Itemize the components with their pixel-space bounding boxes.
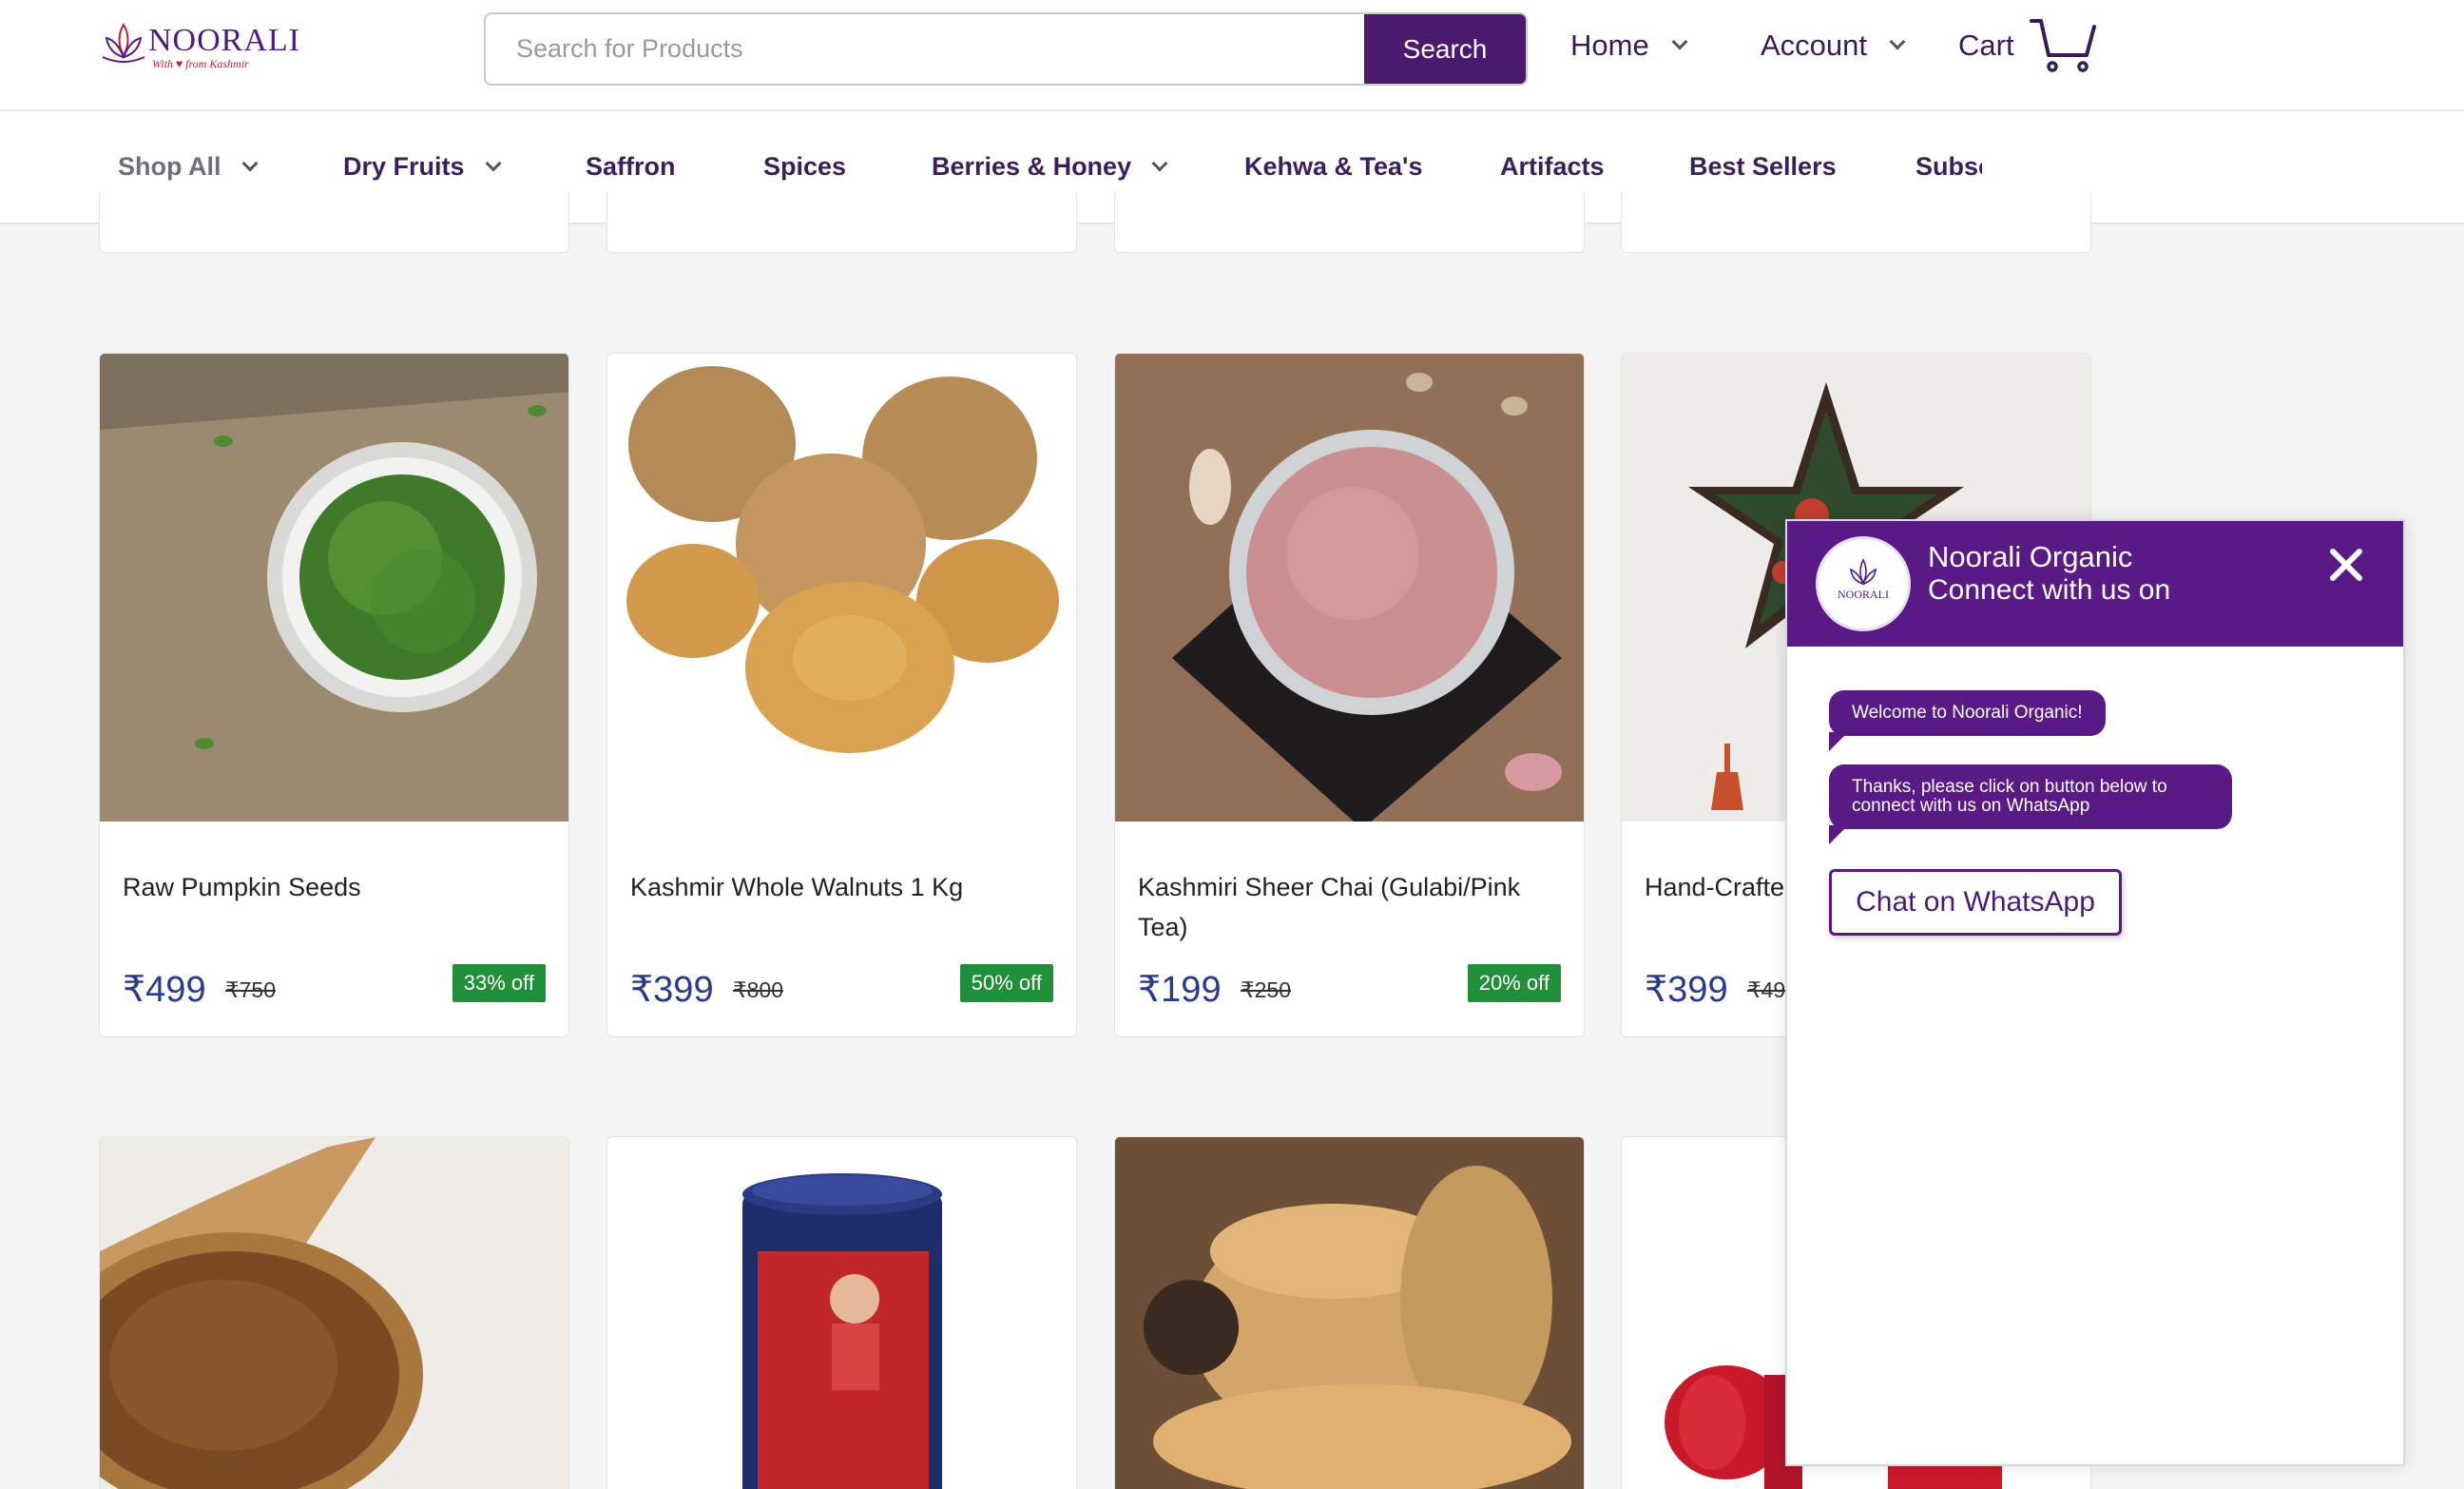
cart-icon	[2029, 19, 2096, 72]
category-label: Subsc	[1915, 152, 1982, 181]
product-price: ₹399	[630, 970, 714, 1010]
product-mrp: ₹750	[225, 977, 277, 1002]
chat-message-instructions: Thanks, please click on button below to …	[1829, 764, 2232, 844]
product-price: ₹199	[1138, 970, 1222, 1010]
product-card[interactable]: Kashmir Whole Walnuts 1 Kg ₹399 ₹800 50%…	[606, 353, 1077, 1037]
product-name[interactable]: Kashmiri Sheer Chai (Gulabi/Pink Tea)	[1138, 867, 1556, 947]
product-mrp: ₹800	[733, 977, 784, 1002]
category-shop-all[interactable]: Shop All	[118, 152, 258, 182]
nav-home[interactable]: Home	[1570, 29, 1688, 63]
category-kehwa-tea[interactable]: Kehwa & Tea's	[1244, 152, 1422, 182]
site-logo[interactable]: NOORALI With ♥ from Kashmir	[99, 19, 299, 72]
product-card-partial[interactable]	[1621, 190, 2091, 253]
lotus-logo-icon	[102, 23, 145, 63]
category-label: Spices	[763, 152, 847, 181]
product-image-sheer-chai[interactable]	[1115, 354, 1584, 822]
logo-wordmark: NOORALI	[148, 23, 300, 58]
category-label: Dry Fruits	[343, 152, 465, 181]
chat-on-whatsapp-button[interactable]: Chat on WhatsApp	[1829, 869, 2122, 936]
product-price: ₹399	[1645, 970, 1728, 1010]
cart-button[interactable]: Cart	[1958, 17, 2096, 74]
product-image-chickpeas[interactable]	[1115, 1137, 1584, 1489]
discount-badge: 50% off	[959, 964, 1053, 1002]
search-button[interactable]: Search	[1364, 14, 1526, 84]
nav-home-label: Home	[1570, 29, 1649, 62]
chat-header: NOORALI Noorali Organic Connect with us …	[1787, 521, 2403, 647]
product-name[interactable]: Raw Pumpkin Seeds	[123, 867, 541, 907]
chevron-down-icon	[1151, 155, 1168, 171]
category-dry-fruits[interactable]: Dry Fruits	[343, 152, 502, 182]
product-name[interactable]: Kashmir Whole Walnuts 1 Kg	[630, 867, 1049, 907]
search-input[interactable]	[486, 14, 1368, 84]
product-card[interactable]: Kashmiri Sheer Chai (Gulabi/Pink Tea) ₹1…	[1114, 353, 1585, 1037]
whatsapp-chat-widget: NOORALI Noorali Organic Connect with us …	[1785, 519, 2405, 1466]
product-price: ₹499	[123, 970, 206, 1010]
product-mrp: ₹250	[1241, 977, 1292, 1002]
discount-badge: 33% off	[452, 964, 546, 1002]
nav-account-label: Account	[1761, 29, 1868, 62]
product-image-pumpkin-seeds[interactable]	[100, 354, 568, 822]
chevron-down-icon	[485, 155, 502, 171]
product-image-kahwa-tin[interactable]	[607, 1137, 1076, 1489]
chat-avatar: NOORALI	[1816, 536, 1911, 631]
close-icon[interactable]	[2323, 542, 2369, 588]
lotus-logo-icon: NOORALI	[1838, 558, 1889, 601]
cart-label: Cart	[1958, 29, 2014, 62]
product-card-partial[interactable]	[606, 190, 1077, 253]
category-artifacts[interactable]: Artifacts	[1500, 152, 1605, 182]
product-card-partial[interactable]	[1114, 190, 1585, 253]
category-subscription[interactable]: Subsc	[1915, 152, 1982, 182]
category-best-sellers[interactable]: Best Sellers	[1689, 152, 1837, 182]
category-label: Berries & Honey	[932, 152, 1132, 181]
top-header: NOORALI With ♥ from Kashmir Search Home …	[0, 0, 2464, 111]
product-image-walnuts[interactable]	[607, 354, 1076, 822]
logo-tagline: With ♥ from Kashmir	[152, 57, 249, 70]
product-card-partial[interactable]	[99, 190, 569, 253]
category-label: Best Sellers	[1689, 152, 1837, 181]
product-card[interactable]	[1114, 1136, 1585, 1489]
product-mrp: ₹49	[1747, 977, 1786, 1002]
product-image-flax-seeds[interactable]	[100, 1137, 568, 1489]
search-bar: Search	[484, 12, 1528, 86]
category-berries-honey[interactable]: Berries & Honey	[932, 152, 1168, 182]
category-label: Kehwa & Tea's	[1244, 152, 1423, 181]
category-label: Saffron	[586, 152, 676, 181]
product-card[interactable]: Raw Pumpkin Seeds ₹499 ₹750 33% off	[99, 353, 569, 1037]
chat-title: Noorali Organic	[1928, 540, 2133, 573]
chat-message-welcome: Welcome to Noorali Organic!	[1829, 690, 2106, 751]
chevron-down-icon	[1671, 33, 1688, 50]
chevron-down-icon	[1889, 33, 1906, 50]
category-spices[interactable]: Spices	[763, 152, 846, 182]
chevron-down-icon	[241, 155, 258, 171]
category-label: Artifacts	[1500, 152, 1605, 181]
category-saffron[interactable]: Saffron	[586, 152, 676, 182]
chat-avatar-text: NOORALI	[1838, 588, 1889, 601]
category-label: Shop All	[118, 152, 221, 181]
nav-account[interactable]: Account	[1761, 29, 1906, 63]
chat-subtitle: Connect with us on	[1928, 574, 2171, 606]
product-card[interactable]	[99, 1136, 569, 1489]
product-card[interactable]	[606, 1136, 1077, 1489]
discount-badge: 20% off	[1467, 964, 1561, 1002]
